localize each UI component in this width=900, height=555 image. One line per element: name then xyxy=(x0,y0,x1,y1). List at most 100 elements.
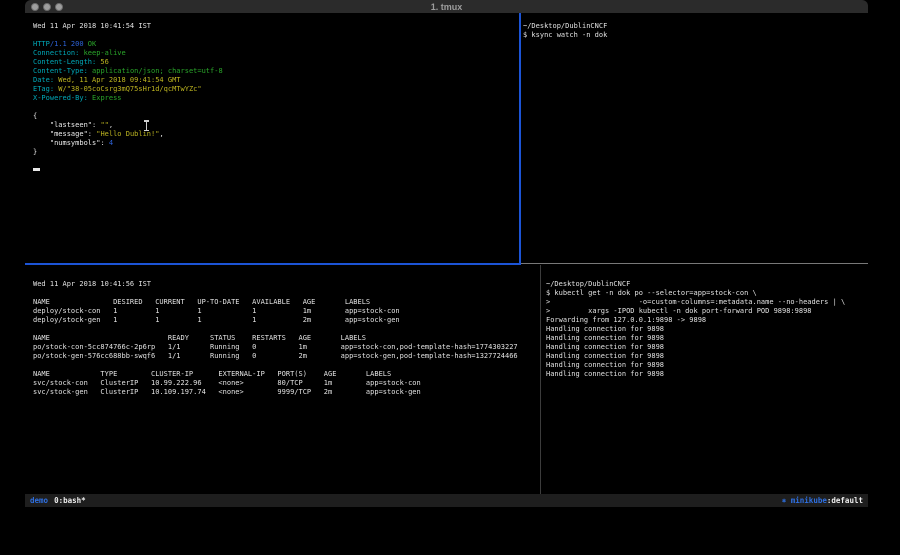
tmux-window-item-bash[interactable]: 0:bash* xyxy=(54,494,86,507)
terminal-text-segment: deploy/stock-gen 1 1 1 1 2m app=stock-ge… xyxy=(33,316,400,324)
tmux-panes-area: Wed 11 Apr 2018 10:41:54 IST HTTP/1.1 20… xyxy=(25,13,868,494)
terminal-line: ETag: W/"38-05coCsrg3mQ75sHr1d/qcMTwYZc" xyxy=(33,85,223,94)
terminal-line: Handling connection for 9898 xyxy=(546,334,845,343)
terminal-text-segment: ~/Desktop/DublinCNCF xyxy=(546,280,630,288)
terminal-text-segment: $ kubectl get -n dok po --selector=app=s… xyxy=(546,289,757,297)
terminal-text-segment: svc/stock-con ClusterIP 10.99.222.96 <no… xyxy=(33,379,421,387)
terminal-line: Wed 11 Apr 2018 10:41:56 IST xyxy=(33,280,518,289)
terminal-line: Wed 11 Apr 2018 10:41:54 IST xyxy=(33,22,223,31)
terminal-line xyxy=(33,361,518,370)
terminal-line: > -o=custom-columns=:metadata.name --no-… xyxy=(546,298,845,307)
terminal-text-segment: } xyxy=(33,148,37,156)
terminal-text-segment: Forwarding from 127.0.0.1:9898 -> 9898 xyxy=(546,316,706,324)
terminal-text-segment: Content-Length: xyxy=(33,58,96,66)
terminal-text-segment: po/stock-con-5cc874766c-2p6rp 1/1 Runnin… xyxy=(33,343,518,351)
terminal-text-segment: { xyxy=(33,112,37,120)
terminal-text-segment: 4 xyxy=(109,139,113,147)
terminal-line: Content-Length: 56 xyxy=(33,58,223,67)
terminal-text-segment: Handling connection for 9898 xyxy=(546,370,664,378)
terminal-text-segment: W/"38-05coCsrg3mQ75sHr1d/qcMTwYZc" xyxy=(54,85,202,93)
terminal-text-segment: , xyxy=(109,121,113,129)
terminal-line: ~/Desktop/DublinCNCF xyxy=(523,22,607,31)
terminal-text-segment: "lastseen" xyxy=(33,121,92,129)
terminal-line: NAME DESIRED CURRENT UP-TO-DATE AVAILABL… xyxy=(33,298,518,307)
terminal-text-segment: Handling connection for 9898 xyxy=(546,361,664,369)
pane-divider-horizontal-right xyxy=(521,263,868,264)
terminal-line xyxy=(33,289,518,298)
terminal-text-segment: X-Powered-By: xyxy=(33,94,88,102)
terminal-text-segment: Connection: xyxy=(33,49,79,57)
terminal-line: svc/stock-con ClusterIP 10.99.222.96 <no… xyxy=(33,379,518,388)
terminal-line: po/stock-gen-576cc688bb-swqf6 1/1 Runnin… xyxy=(33,352,518,361)
terminal-text-segment: "Hello Dublin!" xyxy=(96,130,159,138)
terminal-text-segment: NAME DESIRED CURRENT UP-TO-DATE AVAILABL… xyxy=(33,298,370,306)
terminal-text-segment: , xyxy=(159,130,163,138)
mouse-ibeam-cursor xyxy=(143,120,150,131)
terminal-text-segment: deploy/stock-con 1 1 1 1 1m app=stock-co… xyxy=(33,307,400,315)
pane-http-response[interactable]: Wed 11 Apr 2018 10:41:54 IST HTTP/1.1 20… xyxy=(33,22,223,157)
terminal-text-segment: HTTP xyxy=(33,40,50,48)
terminal-line: NAME TYPE CLUSTER-IP EXTERNAL-IP PORT(S)… xyxy=(33,370,518,379)
window-titlebar[interactable]: 1. tmux xyxy=(25,0,868,13)
terminal-line: Handling connection for 9898 xyxy=(546,370,845,379)
terminal-text-segment: ~/Desktop/DublinCNCF xyxy=(523,22,607,30)
terminal-text-segment: 56 xyxy=(96,58,109,66)
kube-namespace: :default xyxy=(827,496,863,505)
window-title: 1. tmux xyxy=(25,1,868,13)
desktop: { "window": { "title": "1. tmux" }, "col… xyxy=(0,0,900,555)
terminal-text-segment: Date: xyxy=(33,76,54,84)
terminal-line: } xyxy=(33,148,223,157)
terminal-line: "message": "Hello Dublin!", xyxy=(33,130,223,139)
terminal-text-segment: > -o=custom-columns=:metadata.name --no-… xyxy=(546,298,845,306)
terminal-text-segment: Express xyxy=(88,94,122,102)
terminal-text-segment: "message" xyxy=(33,130,88,138)
terminal-text-segment: NAME READY STATUS RESTARTS AGE LABELS xyxy=(33,334,366,342)
terminal-text-segment: Handling connection for 9898 xyxy=(546,325,664,333)
tmux-session-name: demo xyxy=(30,494,48,507)
terminal-text-segment: svc/stock-gen ClusterIP 10.109.197.74 <n… xyxy=(33,388,421,396)
terminal-line: po/stock-con-5cc874766c-2p6rp 1/1 Runnin… xyxy=(33,343,518,352)
pane-port-forward[interactable]: ~/Desktop/DublinCNCF$ kubectl get -n dok… xyxy=(546,280,845,379)
pane-divider-vertical-top xyxy=(519,13,521,264)
terminal-line: Date: Wed, 11 Apr 2018 09:41:54 GMT xyxy=(33,76,223,85)
terminal-text-segment: "numsymbols" xyxy=(33,139,100,147)
terminal-line xyxy=(33,103,223,112)
terminal-window: 1. tmux Wed 11 Apr 2018 10:41:54 IST HTT… xyxy=(25,0,868,507)
tmux-status-bar: demo 0:bash* ⎈ minikube:default xyxy=(25,494,868,507)
terminal-line: Handling connection for 9898 xyxy=(546,325,845,334)
terminal-text-segment: keep-alive xyxy=(79,49,125,57)
terminal-text-segment: : xyxy=(88,130,96,138)
terminal-line: Content-Type: application/json; charset=… xyxy=(33,67,223,76)
terminal-line: deploy/stock-gen 1 1 1 1 2m app=stock-ge… xyxy=(33,316,518,325)
terminal-line: HTTP/1.1 200 OK xyxy=(33,40,223,49)
tmux-status-right: ⎈ minikube:default xyxy=(782,494,863,507)
terminal-text-segment: > xargs -IPOD kubectl -n dok port-forwar… xyxy=(546,307,812,315)
terminal-line: > xargs -IPOD kubectl -n dok port-forwar… xyxy=(546,307,845,316)
terminal-text-segment: ETag: xyxy=(33,85,54,93)
terminal-line: X-Powered-By: Express xyxy=(33,94,223,103)
terminal-line: deploy/stock-con 1 1 1 1 1m app=stock-co… xyxy=(33,307,518,316)
terminal-line xyxy=(33,325,518,334)
terminal-text-segment: Wed, 11 Apr 2018 09:41:54 GMT xyxy=(54,76,180,84)
terminal-line: "numsymbols": 4 xyxy=(33,139,223,148)
kube-context-name: minikube xyxy=(786,496,827,505)
terminal-text-segment: Handling connection for 9898 xyxy=(546,343,664,351)
terminal-line: Forwarding from 127.0.0.1:9898 -> 9898 xyxy=(546,316,845,325)
terminal-text-segment: Wed 11 Apr 2018 10:41:56 IST xyxy=(33,280,151,288)
terminal-text-segment: : xyxy=(100,139,108,147)
terminal-text-segment: po/stock-gen-576cc688bb-swqf6 1/1 Runnin… xyxy=(33,352,518,360)
terminal-text-segment: Handling connection for 9898 xyxy=(546,334,664,342)
terminal-line xyxy=(33,31,223,40)
terminal-text-segment: /1.1 200 xyxy=(50,40,88,48)
terminal-text-segment: NAME TYPE CLUSTER-IP EXTERNAL-IP PORT(S)… xyxy=(33,370,391,378)
terminal-text-segment: Handling connection for 9898 xyxy=(546,352,664,360)
pane-kubectl-get[interactable]: Wed 11 Apr 2018 10:41:56 IST NAME DESIRE… xyxy=(33,280,518,397)
terminal-text-segment: application/json; charset=utf-8 xyxy=(88,67,223,75)
terminal-line: { xyxy=(33,112,223,121)
terminal-cursor xyxy=(33,168,40,171)
terminal-line: $ kubectl get -n dok po --selector=app=s… xyxy=(546,289,845,298)
pane-ksync-watch[interactable]: ~/Desktop/DublinCNCF$ ksync watch -n dok xyxy=(523,22,607,40)
terminal-text-segment: Wed 11 Apr 2018 10:41:54 IST xyxy=(33,22,151,30)
terminal-line: svc/stock-gen ClusterIP 10.109.197.74 <n… xyxy=(33,388,518,397)
terminal-text-segment: "" xyxy=(100,121,108,129)
